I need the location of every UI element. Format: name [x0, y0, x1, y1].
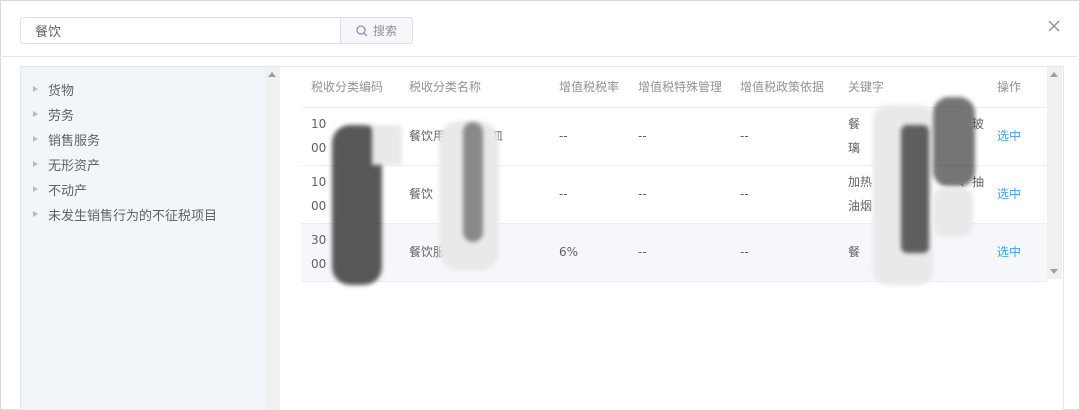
- scroll-up-icon[interactable]: [268, 72, 276, 77]
- cell-action: 选中: [987, 165, 1047, 224]
- column-header: 操作: [987, 67, 1047, 108]
- table-scrollbar[interactable]: [1047, 67, 1062, 279]
- redaction-mark: [901, 125, 929, 253]
- select-link[interactable]: 选中: [997, 245, 1021, 259]
- tree-item-intangible-assets[interactable]: 无形资产: [33, 154, 100, 174]
- scroll-down-icon[interactable]: [1050, 269, 1058, 274]
- cell-special: --: [628, 165, 730, 224]
- search-input[interactable]: [20, 17, 341, 44]
- tree-item-label: 劳务: [48, 108, 75, 124]
- search-icon: [356, 24, 368, 36]
- tree-item-label: 无形资产: [48, 158, 101, 174]
- category-tree: 货物 劳务 销售服务 无形资产 不动产 未发生销售行为的不征税项目: [21, 67, 265, 410]
- caret-right-icon: [33, 186, 38, 192]
- column-header: 增值税税率: [549, 67, 628, 108]
- tree-item-labor[interactable]: 劳务: [33, 104, 74, 124]
- column-header: 增值税政策依据: [730, 67, 838, 108]
- header-divider: [0, 56, 1078, 57]
- cell-rate: --: [549, 165, 628, 224]
- search-button-label: 搜索: [372, 24, 397, 38]
- caret-right-icon: [33, 161, 38, 167]
- tree-item-label: 不动产: [48, 183, 88, 199]
- tree-item-label: 未发生销售行为的不征税项目: [48, 208, 218, 224]
- tree-item-non-taxable[interactable]: 未发生销售行为的不征税项目: [33, 204, 217, 224]
- caret-right-icon: [33, 86, 38, 92]
- search-button[interactable]: 搜索: [340, 17, 413, 44]
- table-header-row: 税收分类编码 税收分类名称 增值税税率 增值税特殊管理 增值税政策依据 关键字 …: [301, 67, 1047, 108]
- cell-action: 选中: [987, 223, 1047, 282]
- tree-scrollbar[interactable]: [265, 67, 280, 410]
- redaction-mark: [372, 125, 402, 165]
- caret-right-icon: [33, 211, 38, 217]
- column-header: 税收分类编码: [301, 67, 399, 108]
- tree-item-goods[interactable]: 货物: [33, 79, 74, 99]
- close-icon[interactable]: [1046, 18, 1062, 34]
- cell-action: 选中: [987, 107, 1047, 166]
- cell-policy: --: [730, 223, 838, 282]
- redaction-mark: [933, 97, 975, 187]
- tree-item-sales-services[interactable]: 销售服务: [33, 129, 100, 149]
- redaction-mark: [933, 187, 973, 237]
- tree-item-label: 货物: [48, 83, 75, 99]
- cell-policy: --: [730, 165, 838, 224]
- select-link[interactable]: 选中: [997, 129, 1021, 143]
- cell-rate: 6%: [549, 223, 628, 282]
- cell-special: --: [628, 223, 730, 282]
- redaction-mark: [463, 122, 483, 242]
- cell-rate: --: [549, 107, 628, 166]
- caret-right-icon: [33, 136, 38, 142]
- cell-special: --: [628, 107, 730, 166]
- scroll-up-icon[interactable]: [1050, 72, 1058, 77]
- body-panel: 货物 劳务 销售服务 无形资产 不动产 未发生销售行为的不征税项目 税收分类编码…: [20, 66, 1064, 410]
- caret-right-icon: [33, 111, 38, 117]
- column-header: 税收分类名称: [399, 67, 549, 108]
- tree-item-real-estate[interactable]: 不动产: [33, 179, 87, 199]
- cell-policy: --: [730, 107, 838, 166]
- column-header: 增值税特殊管理: [628, 67, 730, 108]
- select-link[interactable]: 选中: [997, 187, 1021, 201]
- tree-item-label: 销售服务: [48, 133, 101, 149]
